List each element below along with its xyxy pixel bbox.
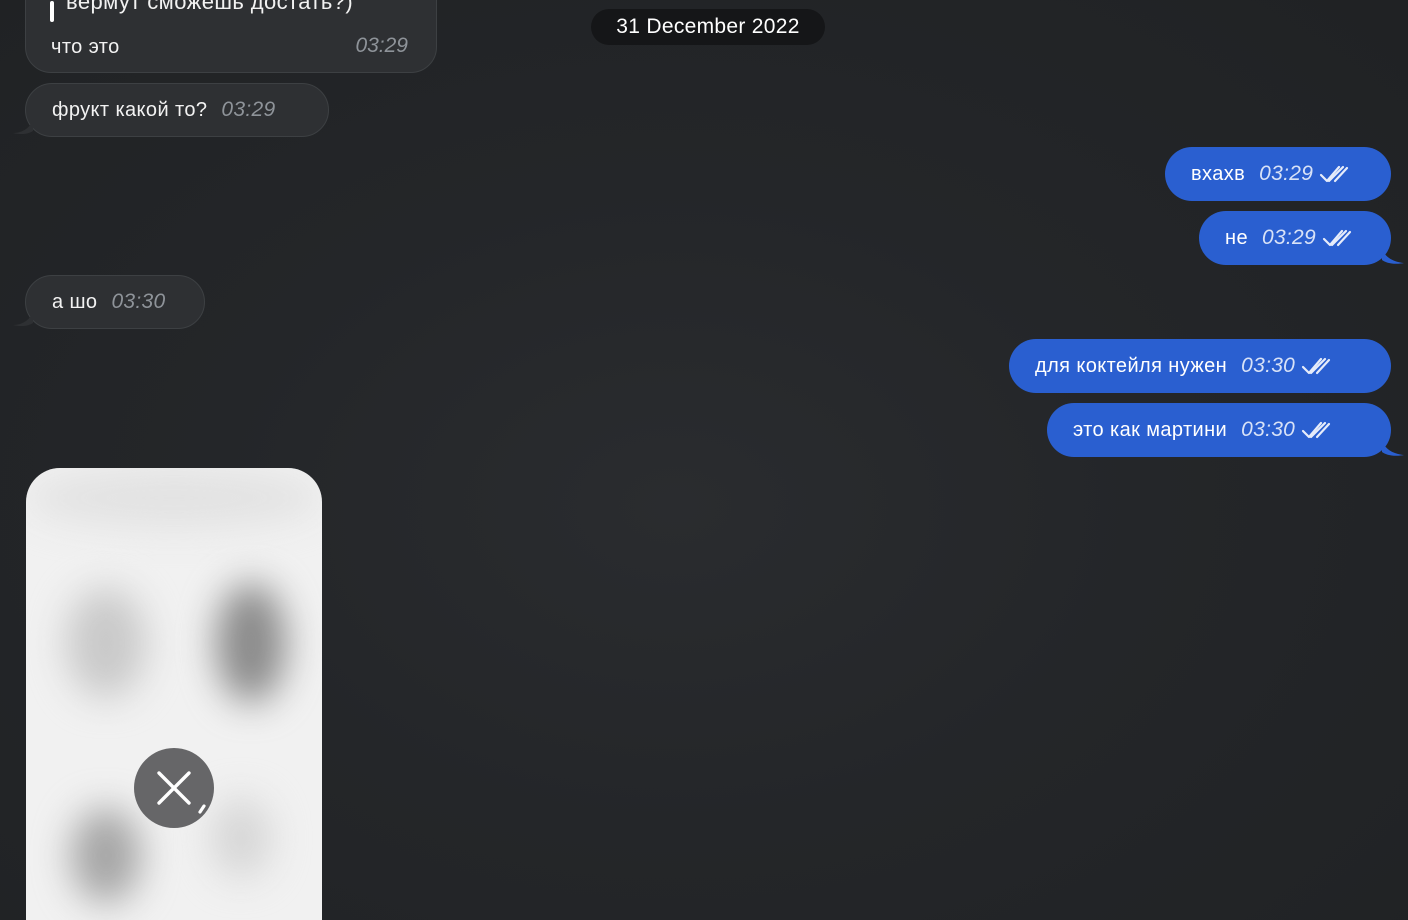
- message-text: что это: [51, 36, 120, 58]
- bubble-tail: [1382, 440, 1404, 456]
- blur-blob: [216, 583, 286, 703]
- blur-blob: [71, 808, 141, 903]
- message-time: 03:29: [221, 98, 276, 121]
- chat-view: 31 December 2022 вермут сможешь достать?…: [0, 0, 1408, 920]
- reply-quote-text[interactable]: вермут сможешь достать?): [66, 0, 353, 15]
- blur-blob: [26, 468, 322, 528]
- bubble-tail: [1382, 248, 1404, 264]
- date-separator: 31 December 2022: [591, 9, 825, 45]
- outgoing-message[interactable]: вхахв 03:29: [1165, 147, 1391, 201]
- cancel-download-button[interactable]: [134, 748, 214, 828]
- blur-blob: [211, 798, 271, 878]
- outgoing-message[interactable]: это как мартини 03:30: [1047, 403, 1391, 457]
- reply-quote-bar: [50, 1, 54, 22]
- message-text: для коктейля нужен: [1035, 354, 1228, 377]
- incoming-message[interactable]: а шо 03:30: [25, 275, 205, 329]
- double-check-icon: [1302, 357, 1331, 375]
- double-check-icon: [1320, 165, 1349, 183]
- incoming-message[interactable]: фрукт какой то? 03:29: [25, 83, 329, 137]
- message-text: фрукт какой то?: [52, 98, 208, 121]
- outgoing-message[interactable]: не 03:29: [1199, 211, 1391, 265]
- double-check-icon: [1302, 421, 1331, 439]
- message-time: 03:30: [1241, 354, 1296, 377]
- outgoing-message[interactable]: для коктейля нужен 03:30: [1009, 339, 1391, 393]
- blur-blob: [66, 588, 146, 698]
- message-text: не: [1225, 226, 1248, 249]
- message-time: 03:29: [355, 34, 408, 57]
- bubble-tail: [13, 311, 33, 327]
- message-time: 03:29: [1261, 226, 1317, 249]
- message-time: 03:30: [111, 290, 166, 313]
- message-time: 03:30: [1241, 418, 1296, 441]
- bubble-tail: [13, 119, 33, 135]
- message-text: вхахв: [1191, 162, 1246, 185]
- blurred-media-message[interactable]: [26, 468, 322, 920]
- message-text: это как мартини: [1073, 418, 1228, 441]
- message-text: а шо: [52, 290, 98, 313]
- incoming-message-with-reply[interactable]: вермут сможешь достать?) что это 03:29: [25, 0, 437, 73]
- message-time: 03:29: [1259, 162, 1314, 185]
- double-check-icon: [1322, 229, 1352, 247]
- close-icon: [157, 771, 206, 814]
